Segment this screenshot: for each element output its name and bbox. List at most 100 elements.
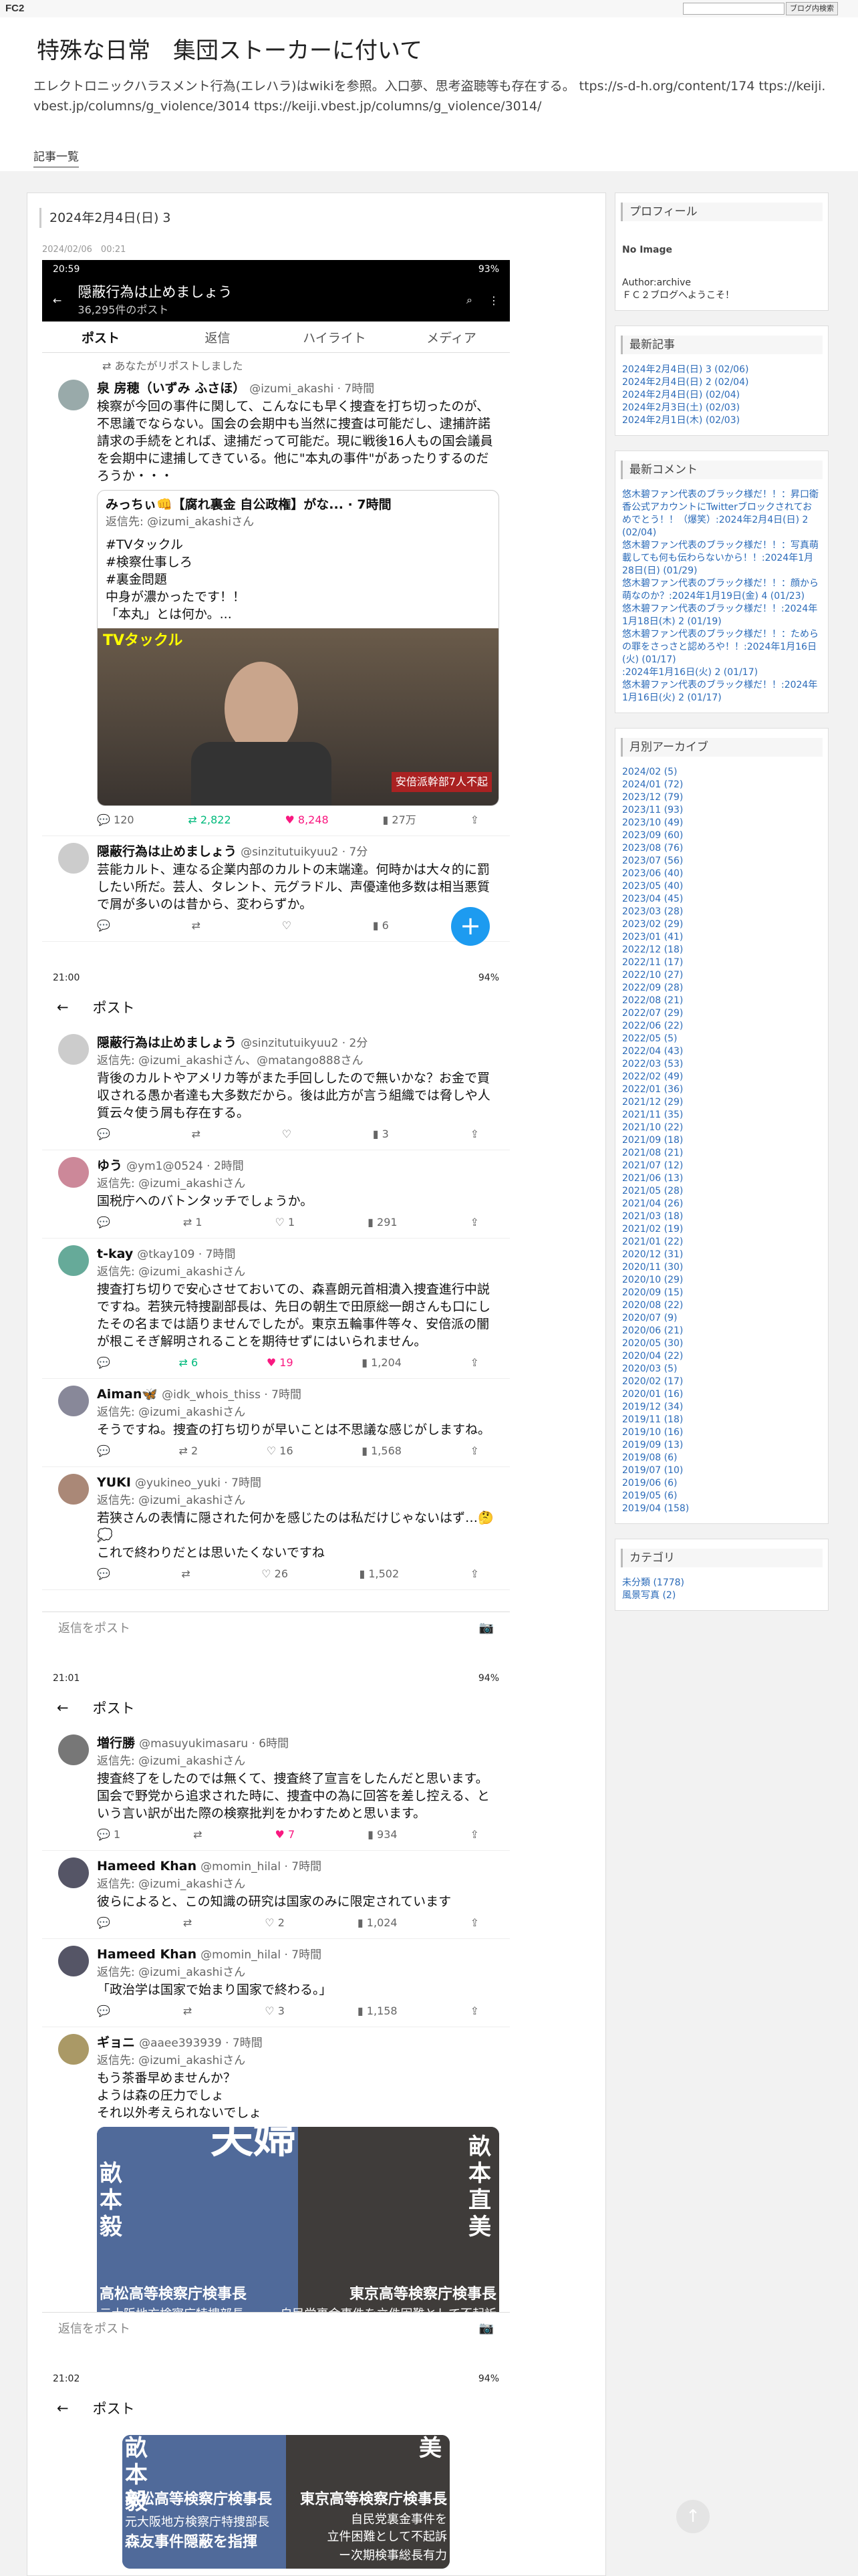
reply-input[interactable]: 返信をポスト 📷: [42, 2312, 510, 2343]
tab-posts[interactable]: ポスト: [42, 328, 159, 346]
repost-button[interactable]: ⇄: [193, 1826, 202, 1843]
reply-to[interactable]: 返信先: @izumi_akashiさん: [97, 1876, 499, 1893]
tweet[interactable]: t-kay @tkay109 · 7時間 返信先: @izumi_akashiさ…: [42, 1239, 510, 1379]
reply-to[interactable]: 返信先: @izumi_akashiさん: [97, 2052, 499, 2069]
archive-month-link[interactable]: 2024/01 (72): [622, 779, 821, 791]
back-arrow-icon[interactable]: ←: [57, 1700, 69, 1716]
archive-month-link[interactable]: 2019/09 (13): [622, 1439, 821, 1452]
tweet-author[interactable]: 隠蔽行為は止めましょう: [97, 844, 237, 859]
tweet-author[interactable]: 増行勝: [97, 1736, 135, 1751]
views-count[interactable]: ▮ 934: [368, 1826, 397, 1843]
tweet[interactable]: ギョニ @aaee393939 · 7時間 返信先: @izumi_akashi…: [42, 2027, 510, 2337]
views-count[interactable]: ▮ 6: [373, 917, 389, 934]
archive-month-link[interactable]: 2023/02 (29): [622, 918, 821, 931]
archive-month-link[interactable]: 2019/06 (6): [622, 1477, 821, 1490]
like-button[interactable]: ♡: [282, 1126, 291, 1143]
repost-button[interactable]: ⇄: [181, 1565, 190, 1583]
archive-month-link[interactable]: 2022/04 (43): [622, 1045, 821, 1058]
reply-to[interactable]: 返信先: @izumi_akashiさん: [97, 1263, 499, 1281]
reply-to[interactable]: 返信先: @izumi_akashiさん: [97, 1753, 499, 1770]
archive-month-link[interactable]: 2022/11 (17): [622, 956, 821, 969]
blog-search-input[interactable]: [683, 3, 784, 15]
tweet[interactable]: 泉 房穂（いずみ ふさほ） @izumi_akashi · 7時間 検察が今回の…: [42, 373, 510, 836]
reply-to[interactable]: 返信先: @izumi_akashiさん: [97, 1175, 499, 1192]
views-count[interactable]: ▮ 1,204: [362, 1354, 402, 1372]
reply-button[interactable]: 💬: [97, 2003, 110, 2020]
like-button[interactable]: ♥ 7: [275, 1826, 295, 1843]
tweet[interactable]: YUKI @yukineo_yuki · 7時間 返信先: @izumi_aka…: [42, 1467, 510, 1590]
tweet[interactable]: Hameed Khan @momin_hilal · 7時間 返信先: @izu…: [42, 1939, 510, 2027]
fc2-logo[interactable]: FC2: [5, 3, 24, 14]
reply-button[interactable]: 💬: [97, 1914, 110, 1932]
avatar[interactable]: [58, 380, 89, 410]
archive-month-link[interactable]: 2023/03 (28): [622, 906, 821, 918]
archive-month-link[interactable]: 2020/02 (17): [622, 1376, 821, 1388]
archive-month-link[interactable]: 2023/04 (45): [622, 893, 821, 906]
tweet-author[interactable]: ゆう: [97, 1158, 122, 1173]
reply-to[interactable]: 返信先: @izumi_akashiさん、@matango888さん: [97, 1052, 499, 1069]
views-count[interactable]: ▮ 1,502: [359, 1565, 399, 1583]
tweet-author[interactable]: Hameed Khan: [97, 1947, 196, 1962]
repost-button[interactable]: ⇄: [192, 1126, 200, 1143]
archive-month-link[interactable]: 2021/02 (19): [622, 1223, 821, 1236]
recent-post-link[interactable]: 2024年2月3日(土) (02/03): [622, 402, 821, 414]
reply-to[interactable]: 返信先: @izumi_akashiさん: [97, 1492, 499, 1509]
archive-month-link[interactable]: 2024/02 (5): [622, 766, 821, 779]
avatar[interactable]: [58, 1857, 89, 1888]
archive-month-link[interactable]: 2022/01 (36): [622, 1083, 821, 1096]
comment-link[interactable]: 悠木碧ファン代表のブラック様だ！！：ためらの罪をさっさと認めろや！！:2024年…: [622, 628, 821, 666]
scroll-to-top-button[interactable]: ↑: [676, 2500, 710, 2533]
repost-button[interactable]: ⇄ 2,822: [188, 811, 231, 829]
tweet-author[interactable]: ギョニ: [97, 2035, 135, 2050]
archive-month-link[interactable]: 2021/10 (22): [622, 1122, 821, 1134]
archive-month-link[interactable]: 2022/05 (5): [622, 1033, 821, 1045]
like-button[interactable]: ♡ 1: [275, 1214, 295, 1231]
tweet-author[interactable]: Aiman🦋: [97, 1387, 158, 1402]
back-arrow-icon[interactable]: ←: [57, 999, 69, 1015]
archive-month-link[interactable]: 2021/08 (21): [622, 1147, 821, 1160]
share-icon[interactable]: ⇪: [470, 1126, 479, 1143]
tweet[interactable]: Aiman🦋 @idk_whois_thiss · 7時間 返信先: @izum…: [42, 1379, 510, 1467]
blog-search-button[interactable]: ブログ内検索: [786, 2, 838, 15]
share-icon[interactable]: ⇪: [470, 1214, 479, 1231]
back-arrow-icon[interactable]: ←: [57, 2400, 69, 2416]
avatar[interactable]: [58, 1386, 89, 1416]
tweet-author[interactable]: t-kay: [97, 1247, 133, 1261]
comment-link[interactable]: 悠木碧ファン代表のブラック様だ！！:2024年1月16日(火) 2 (01/17…: [622, 679, 821, 704]
archive-month-link[interactable]: 2022/09 (28): [622, 982, 821, 995]
archive-month-link[interactable]: 2023/06 (40): [622, 868, 821, 880]
avatar[interactable]: [58, 1734, 89, 1765]
like-button[interactable]: ♥ 8,248: [285, 811, 328, 829]
archive-month-link[interactable]: 2021/07 (12): [622, 1160, 821, 1172]
archive-month-link[interactable]: 2019/10 (16): [622, 1426, 821, 1439]
archive-month-link[interactable]: 2019/08 (6): [622, 1452, 821, 1464]
archive-month-link[interactable]: 2020/05 (30): [622, 1337, 821, 1350]
tweet-author[interactable]: Hameed Khan: [97, 1859, 196, 1874]
archive-month-link[interactable]: 2020/12 (31): [622, 1249, 821, 1261]
avatar[interactable]: [58, 2034, 89, 2065]
repost-button[interactable]: ⇄: [183, 2003, 192, 2020]
back-arrow-icon[interactable]: ←: [53, 294, 61, 307]
archive-month-link[interactable]: 2023/05 (40): [622, 880, 821, 893]
archive-month-link[interactable]: 2020/09 (15): [622, 1287, 821, 1299]
archive-month-link[interactable]: 2020/08 (22): [622, 1299, 821, 1312]
archive-month-link[interactable]: 2021/05 (28): [622, 1185, 821, 1198]
repost-button[interactable]: ⇄ 2: [179, 1442, 198, 1460]
camera-icon[interactable]: 📷: [479, 1621, 494, 1635]
archive-month-link[interactable]: 2021/11 (35): [622, 1109, 821, 1122]
category-link[interactable]: 風景写真 (2): [622, 1589, 821, 1602]
reply-to[interactable]: 返信先: @izumi_akashiさん: [97, 1404, 499, 1421]
reply-to[interactable]: 返信先: @izumi_akashiさん: [97, 1964, 499, 1981]
repost-button[interactable]: ⇄: [183, 1914, 192, 1932]
category-link[interactable]: 未分類 (1778): [622, 1577, 821, 1589]
archive-month-link[interactable]: 2023/11 (93): [622, 804, 821, 817]
share-icon[interactable]: ⇪: [470, 1565, 479, 1583]
views-count[interactable]: ▮ 1,158: [358, 2003, 398, 2020]
archive-month-link[interactable]: 2023/01 (41): [622, 931, 821, 944]
share-icon[interactable]: ⇪: [470, 1442, 479, 1460]
archive-month-link[interactable]: 2022/03 (53): [622, 1058, 821, 1071]
archive-month-link[interactable]: 2021/06 (13): [622, 1172, 821, 1185]
tweet-image[interactable]: 夫婦 畝本毅 畝本直美 高松高等検察庁検事長 元大阪地方検察庁特捜部長 東京高等…: [97, 2127, 499, 2327]
archive-month-link[interactable]: 2019/07 (10): [622, 1464, 821, 1477]
archive-month-link[interactable]: 2019/11 (18): [622, 1414, 821, 1426]
